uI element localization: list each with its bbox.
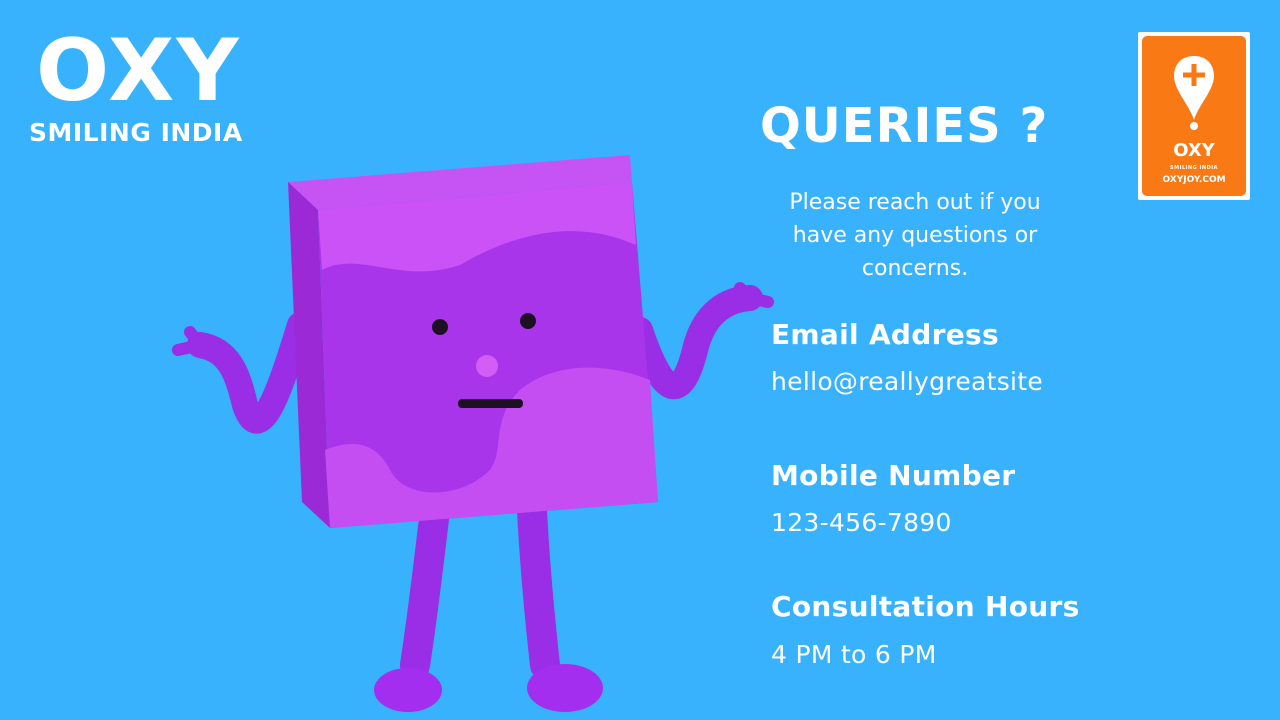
hours-value: 4 PM to 6 PM [771, 640, 937, 669]
brand-tagline: SMILING INDIA [29, 118, 243, 147]
shrugging-box-mascot-icon [172, 155, 774, 712]
logo-url: OXYJOY.COM [1162, 175, 1226, 185]
mobile-value[interactable]: 123-456-7890 [771, 508, 952, 537]
hours-label: Consultation Hours [771, 590, 1080, 623]
logo-name: OXY [1173, 140, 1215, 161]
logo-background: OXY SMILING INDIA OXYJOY.COM [1142, 36, 1246, 196]
logo-tagline: SMILING INDIA [1170, 165, 1218, 171]
email-value[interactable]: hello@reallygreatsite [771, 367, 1043, 396]
map-pin-plus-icon [1174, 56, 1214, 130]
email-label: Email Address [771, 318, 999, 351]
brand-title: OXY [36, 21, 241, 121]
page-title: QUERIES ? [760, 98, 1049, 154]
mobile-label: Mobile Number [771, 459, 1016, 492]
oxy-logo: OXY SMILING INDIA OXYJOY.COM [1138, 32, 1250, 200]
intro-text: Please reach out if you have any questio… [789, 190, 1041, 281]
